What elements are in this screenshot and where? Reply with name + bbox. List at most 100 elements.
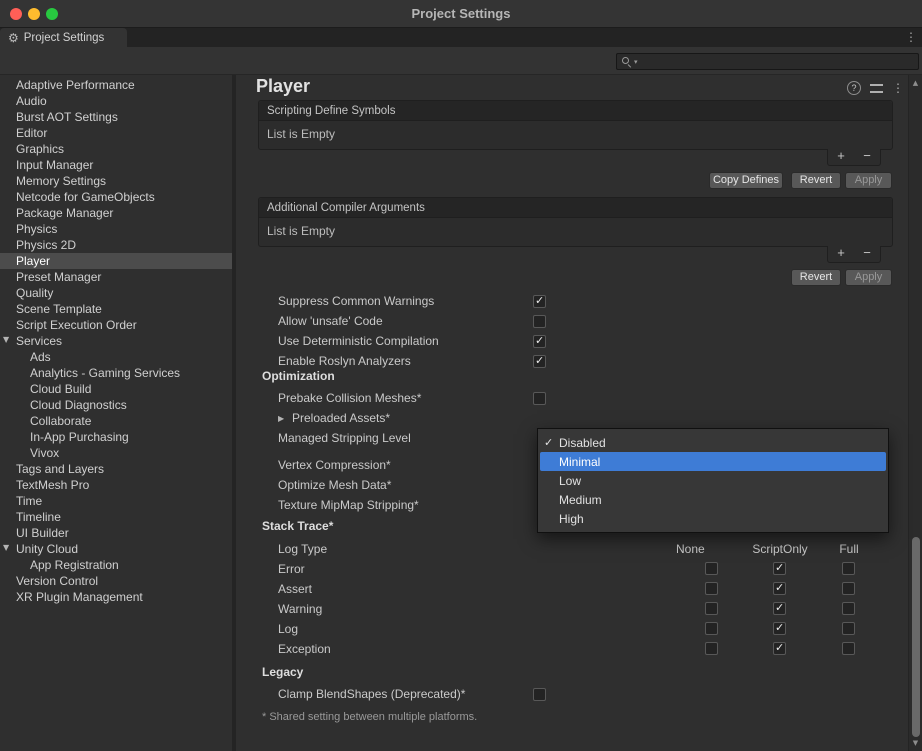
- stacktrace-row: Assert: [278, 579, 898, 599]
- sidebar-item[interactable]: Input Manager: [0, 157, 232, 173]
- sidebar-item[interactable]: Audio: [0, 93, 232, 109]
- sidebar-item[interactable]: Memory Settings: [0, 173, 232, 189]
- revert-button[interactable]: Revert: [791, 172, 841, 189]
- checkbox[interactable]: [533, 355, 546, 368]
- dropdown-item[interactable]: Low: [538, 471, 888, 490]
- vertical-scrollbar[interactable]: ▲ ▼: [908, 75, 922, 751]
- sidebar-item[interactable]: Collaborate: [0, 413, 232, 429]
- more-menu-icon[interactable]: ⋮: [892, 81, 904, 95]
- add-button[interactable]: +: [828, 246, 854, 262]
- sidebar-item[interactable]: Preset Manager: [0, 269, 232, 285]
- sidebar-item[interactable]: Cloud Diagnostics: [0, 397, 232, 413]
- sidebar-item[interactable]: App Registration: [0, 557, 232, 573]
- checkbox-full[interactable]: [842, 582, 855, 595]
- foldout-icon[interactable]: ▼: [3, 336, 9, 344]
- checkbox-scriptonly[interactable]: [773, 642, 786, 655]
- sidebar-item[interactable]: Player: [0, 253, 232, 269]
- checkbox-full[interactable]: [842, 602, 855, 615]
- checkbox-none[interactable]: [705, 642, 718, 655]
- sidebar-item[interactable]: Package Manager: [0, 205, 232, 221]
- property-row: Use Deterministic Compilation: [278, 331, 878, 351]
- checkbox[interactable]: [533, 335, 546, 348]
- search-box[interactable]: ▾: [616, 53, 919, 70]
- checkbox-scriptonly[interactable]: [773, 602, 786, 615]
- checkbox-scriptonly[interactable]: [773, 622, 786, 635]
- checkbox-none[interactable]: [705, 582, 718, 595]
- sidebar-item[interactable]: Tags and Layers: [0, 461, 232, 477]
- sidebar-item[interactable]: ▼ Unity Cloud: [0, 541, 232, 557]
- sidebar-item-label: Physics: [16, 222, 57, 236]
- help-icon[interactable]: ?: [847, 81, 861, 95]
- sidebar-item[interactable]: In-App Purchasing: [0, 429, 232, 445]
- panel-header-icons: ? ⋮: [847, 81, 904, 95]
- sidebar-item[interactable]: Physics: [0, 221, 232, 237]
- sidebar-item-label: Cloud Diagnostics: [30, 398, 127, 412]
- sidebar-item[interactable]: Editor: [0, 125, 232, 141]
- checkbox-scriptonly[interactable]: [773, 582, 786, 595]
- checkbox[interactable]: [533, 688, 546, 701]
- sidebar-item[interactable]: Script Execution Order: [0, 317, 232, 333]
- row-label: Enable Roslyn Analyzers: [278, 354, 533, 368]
- checkbox-full[interactable]: [842, 562, 855, 575]
- row-label: Log: [278, 622, 298, 636]
- sidebar-item[interactable]: Ads: [0, 349, 232, 365]
- apply-button[interactable]: Apply: [845, 172, 892, 189]
- sidebar-item[interactable]: ▼ Services: [0, 333, 232, 349]
- tab-strip-menu-icon[interactable]: ⋮: [904, 30, 918, 44]
- section-header-optimization: Optimization: [262, 369, 335, 383]
- revert-button[interactable]: Revert: [791, 269, 841, 286]
- sidebar-item[interactable]: Graphics: [0, 141, 232, 157]
- sidebar-item[interactable]: XR Plugin Management: [0, 589, 232, 605]
- dropdown-item[interactable]: Minimal: [540, 452, 886, 471]
- checkbox-none[interactable]: [705, 622, 718, 635]
- page-title: Player: [256, 76, 310, 97]
- checkbox[interactable]: [533, 392, 546, 405]
- remove-button[interactable]: −: [854, 149, 880, 165]
- remove-button[interactable]: −: [854, 246, 880, 262]
- dropdown-item[interactable]: Medium: [538, 490, 888, 509]
- settings-sidebar: Adaptive Performance Audio Burst AOT Set…: [0, 75, 232, 751]
- checkbox-none[interactable]: [705, 562, 718, 575]
- sidebar-item[interactable]: Vivox: [0, 445, 232, 461]
- scrollbar-thumb[interactable]: [912, 537, 920, 737]
- scroll-down-icon[interactable]: ▼: [909, 739, 922, 747]
- property-row: ▶ Preloaded Assets*: [278, 408, 878, 428]
- dropdown-item[interactable]: ✓ Disabled: [538, 433, 888, 452]
- copy-defines-button[interactable]: Copy Defines: [709, 172, 783, 189]
- check-icon: ✓: [544, 436, 559, 449]
- sidebar-item[interactable]: Quality: [0, 285, 232, 301]
- scroll-up-icon[interactable]: ▲: [909, 79, 922, 87]
- sidebar-item[interactable]: Netcode for GameObjects: [0, 189, 232, 205]
- sidebar-item[interactable]: Cloud Build: [0, 381, 232, 397]
- foldout-icon[interactable]: ▶: [278, 414, 292, 423]
- presets-icon[interactable]: [870, 83, 883, 94]
- add-button[interactable]: +: [828, 149, 854, 165]
- foldout-icon[interactable]: ▼: [3, 544, 9, 552]
- sidebar-item-label: Preset Manager: [16, 270, 101, 284]
- sidebar-item[interactable]: Physics 2D: [0, 237, 232, 253]
- sidebar-item[interactable]: UI Builder: [0, 525, 232, 541]
- checkbox[interactable]: [533, 295, 546, 308]
- section-header-legacy: Legacy: [262, 665, 303, 679]
- property-row: Allow 'unsafe' Code: [278, 311, 878, 331]
- sidebar-item[interactable]: Burst AOT Settings: [0, 109, 232, 125]
- sidebar-item[interactable]: Adaptive Performance: [0, 77, 232, 93]
- chevron-down-icon[interactable]: ▾: [634, 58, 638, 66]
- sidebar-item[interactable]: TextMesh Pro: [0, 477, 232, 493]
- checkbox-scriptonly[interactable]: [773, 562, 786, 575]
- checkbox-full[interactable]: [842, 642, 855, 655]
- sidebar-item[interactable]: Analytics - Gaming Services: [0, 365, 232, 381]
- sidebar-item-label: Script Execution Order: [16, 318, 137, 332]
- tab-project-settings[interactable]: ⚙ Project Settings: [0, 28, 127, 47]
- sidebar-item[interactable]: Scene Template: [0, 301, 232, 317]
- sidebar-item[interactable]: Version Control: [0, 573, 232, 589]
- checkbox[interactable]: [533, 315, 546, 328]
- sidebar-item[interactable]: Timeline: [0, 509, 232, 525]
- apply-button[interactable]: Apply: [845, 269, 892, 286]
- property-row: Enable Roslyn Analyzers: [278, 351, 878, 371]
- search-input[interactable]: [642, 56, 914, 68]
- checkbox-none[interactable]: [705, 602, 718, 615]
- checkbox-full[interactable]: [842, 622, 855, 635]
- dropdown-item[interactable]: High: [538, 509, 888, 528]
- sidebar-item[interactable]: Time: [0, 493, 232, 509]
